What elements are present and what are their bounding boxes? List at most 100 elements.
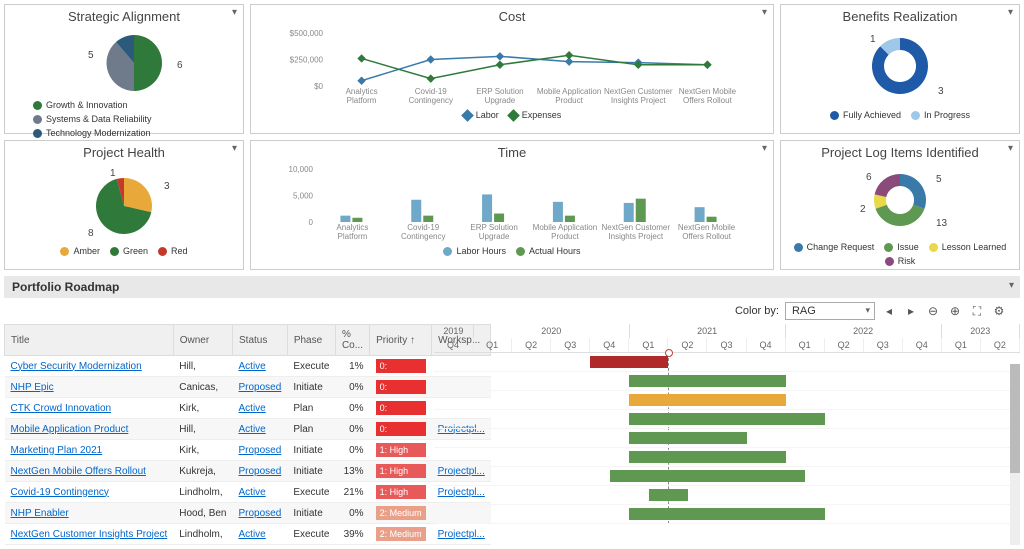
column-header[interactable]: Status xyxy=(233,325,288,356)
svg-text:Product: Product xyxy=(555,96,583,105)
status-link[interactable]: Active xyxy=(239,529,266,540)
log-donut: 5 13 2 6 xyxy=(810,164,990,240)
card-menu-icon[interactable]: ▾ xyxy=(232,143,237,154)
svg-text:Offers Rollout: Offers Rollout xyxy=(683,96,733,105)
color-by-select[interactable]: RAG xyxy=(785,302,875,320)
gantt-bar[interactable] xyxy=(629,375,785,387)
svg-text:6: 6 xyxy=(866,172,872,183)
portfolio-roadmap-section: Portfolio Roadmap ▾ Color by: RAG ◂ ▸ ⊖ … xyxy=(4,276,1020,545)
zoom-out-icon[interactable]: ⊖ xyxy=(925,303,941,319)
card-menu-icon[interactable]: ▾ xyxy=(762,143,767,154)
svg-text:Insights Project: Insights Project xyxy=(608,232,663,241)
table-row[interactable]: NHP Epic Canicas, Proposed Initiate 0% 0… xyxy=(5,377,491,398)
gantt-row xyxy=(434,372,1020,391)
project-link[interactable]: NextGen Mobile Offers Rollout xyxy=(11,466,146,477)
legend-item: Lesson Learned xyxy=(929,242,1007,252)
color-by-label: Color by: xyxy=(735,305,779,317)
legend-item: Green xyxy=(110,246,148,256)
status-link[interactable]: Active xyxy=(239,487,266,498)
scrollbar[interactable] xyxy=(1010,364,1020,545)
table-row[interactable]: Mobile Application Product Hill, Active … xyxy=(5,419,491,440)
roadmap-menu-icon[interactable]: ▾ xyxy=(1009,280,1014,291)
status-link[interactable]: Proposed xyxy=(239,508,282,519)
legend-item: Amber xyxy=(60,246,100,256)
status-link[interactable]: Active xyxy=(239,361,266,372)
legend-item: Actual Hours xyxy=(516,246,581,256)
gantt-bar[interactable] xyxy=(629,394,785,406)
table-row[interactable]: Cyber Security Modernization Hill, Activ… xyxy=(5,356,491,377)
svg-text:Covid-19: Covid-19 xyxy=(415,87,448,96)
legend-item: Expenses xyxy=(509,110,562,120)
project-link[interactable]: NextGen Customer Insights Project xyxy=(11,529,168,540)
svg-text:$0: $0 xyxy=(314,82,323,91)
table-row[interactable]: NextGen Customer Insights Project Lindho… xyxy=(5,524,491,545)
roadmap-title: Portfolio Roadmap xyxy=(4,276,1020,298)
status-link[interactable]: Proposed xyxy=(239,382,282,393)
gantt-bar[interactable] xyxy=(649,489,688,501)
time-bar-chart: 05,00010,000AnalyticsPlatformCovid-19Con… xyxy=(272,164,752,244)
gantt-row xyxy=(434,467,1020,486)
table-row[interactable]: NextGen Mobile Offers Rollout Kukreja, P… xyxy=(5,461,491,482)
svg-text:Analytics: Analytics xyxy=(346,87,378,96)
column-header[interactable]: % Co... xyxy=(335,325,369,356)
table-row[interactable]: CTK Crowd Innovation Kirk, Active Plan 0… xyxy=(5,398,491,419)
card-menu-icon[interactable]: ▾ xyxy=(1008,143,1013,154)
svg-text:$500,000: $500,000 xyxy=(290,29,324,38)
legend-item: Labor Hours xyxy=(443,246,506,256)
card-menu-icon[interactable]: ▾ xyxy=(232,7,237,18)
gantt-bar[interactable] xyxy=(629,413,824,425)
project-link[interactable]: Covid-19 Contingency xyxy=(11,487,109,498)
gear-icon[interactable]: ⚙ xyxy=(991,303,1007,319)
status-link[interactable]: Proposed xyxy=(239,445,282,456)
svg-text:0: 0 xyxy=(309,218,314,227)
gantt-area[interactable]: 20192020202120222023 Q4Q1Q2Q3Q4Q1Q2Q3Q4Q… xyxy=(434,324,1020,545)
svg-text:Analytics: Analytics xyxy=(336,223,368,232)
legend-item: Technology Modernization xyxy=(33,128,151,138)
svg-text:10,000: 10,000 xyxy=(289,165,314,174)
gantt-bar[interactable] xyxy=(610,470,805,482)
gantt-row xyxy=(434,429,1020,448)
project-link[interactable]: Cyber Security Modernization xyxy=(11,361,142,372)
zoom-in-icon[interactable]: ⊕ xyxy=(947,303,963,319)
svg-text:13: 13 xyxy=(936,218,948,229)
status-link[interactable]: Active xyxy=(239,403,266,414)
table-row[interactable]: NHP Enabler Hood, Ben Proposed Initiate … xyxy=(5,503,491,524)
svg-text:NextGen Mobile: NextGen Mobile xyxy=(679,87,737,96)
gantt-bar[interactable] xyxy=(629,508,824,520)
cost-line-chart: $0$250,000$500,000AnalyticsPlatformCovid… xyxy=(272,28,752,108)
table-row[interactable]: Covid-19 Contingency Lindholm, Active Ex… xyxy=(5,482,491,503)
card-menu-icon[interactable]: ▾ xyxy=(762,7,767,18)
gantt-row xyxy=(434,391,1020,410)
next-icon[interactable]: ▸ xyxy=(903,303,919,319)
column-header[interactable]: Title xyxy=(5,325,174,356)
gantt-bar[interactable] xyxy=(629,451,785,463)
svg-text:NextGen Customer: NextGen Customer xyxy=(604,87,673,96)
svg-text:1: 1 xyxy=(110,168,116,179)
svg-text:Covid-19: Covid-19 xyxy=(407,223,440,232)
card-title: Project Health xyxy=(13,145,235,160)
legend-item: Systems & Data Reliability xyxy=(33,114,152,124)
project-link[interactable]: Marketing Plan 2021 xyxy=(11,445,103,456)
strategic-pie: 6 5 xyxy=(44,28,204,98)
project-link[interactable]: NHP Enabler xyxy=(11,508,69,519)
card-menu-icon[interactable]: ▾ xyxy=(1008,7,1013,18)
svg-text:3: 3 xyxy=(938,86,944,97)
column-header[interactable]: Phase xyxy=(287,325,335,356)
column-header[interactable]: Owner xyxy=(173,325,232,356)
status-link[interactable]: Proposed xyxy=(239,466,282,477)
table-row[interactable]: Marketing Plan 2021 Kirk, Proposed Initi… xyxy=(5,440,491,461)
project-link[interactable]: Mobile Application Product xyxy=(11,424,129,435)
project-link[interactable]: CTK Crowd Innovation xyxy=(11,403,112,414)
svg-text:Mobile Application: Mobile Application xyxy=(533,223,597,232)
fit-icon[interactable]: ⛶ xyxy=(969,303,985,319)
gantt-row xyxy=(434,410,1020,429)
status-link[interactable]: Active xyxy=(239,424,266,435)
project-link[interactable]: NHP Epic xyxy=(11,382,54,393)
prev-icon[interactable]: ◂ xyxy=(881,303,897,319)
gantt-row xyxy=(434,486,1020,505)
gantt-bar[interactable] xyxy=(590,356,668,368)
column-header[interactable]: Priority ↑ xyxy=(370,325,432,356)
svg-text:3: 3 xyxy=(164,181,170,192)
svg-text:5,000: 5,000 xyxy=(293,192,314,201)
gantt-bar[interactable] xyxy=(629,432,746,444)
